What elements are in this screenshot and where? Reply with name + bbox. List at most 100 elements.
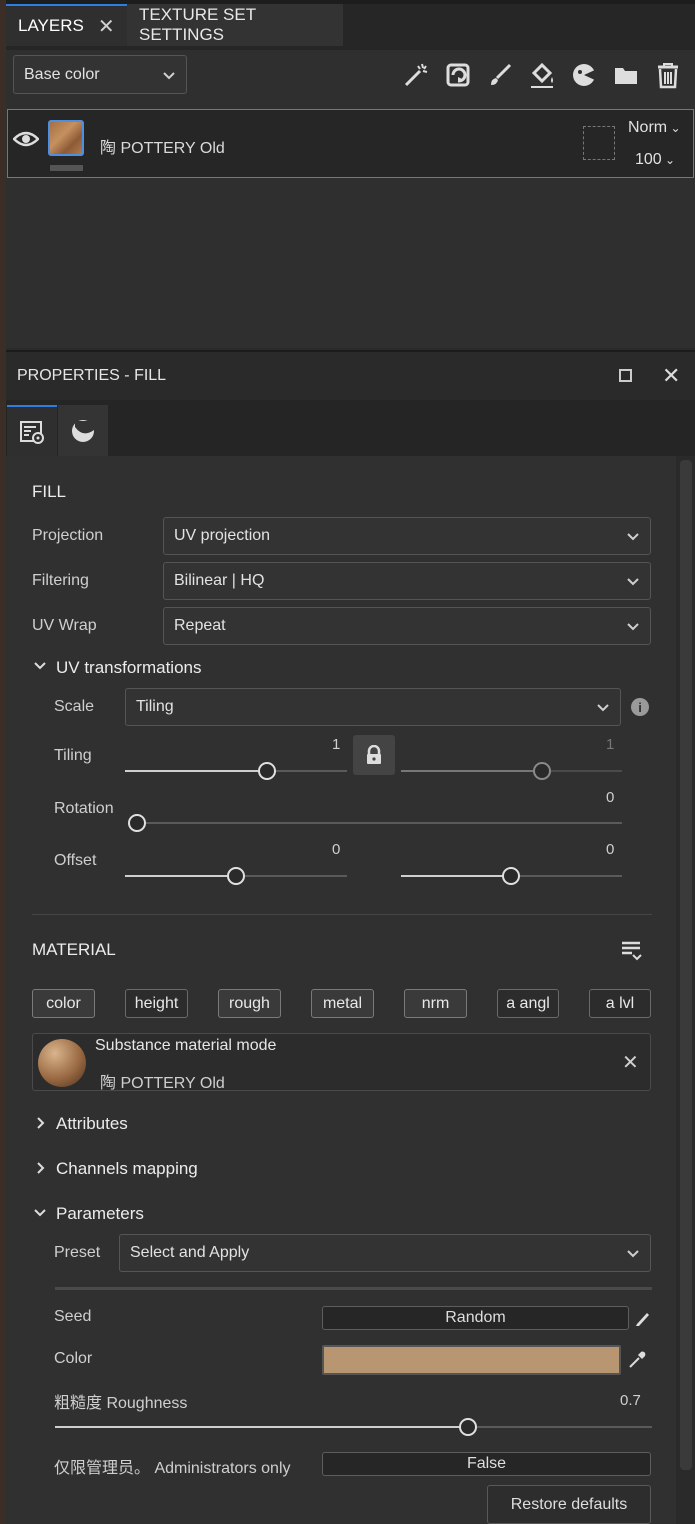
admin-only-label: 仅限管理员。 Administrators only — [54, 1460, 291, 1477]
material-name: 陶 POTTERY Old — [100, 1075, 225, 1092]
layer-mask-placeholder[interactable] — [583, 126, 615, 160]
rotation-track[interactable] — [128, 822, 622, 824]
eyedropper-icon[interactable] — [627, 1350, 647, 1375]
close-icon[interactable]: ✕ — [622, 1050, 639, 1075]
material-menu-icon[interactable] — [620, 940, 642, 967]
chevron-down-icon — [627, 623, 639, 631]
parameters-title[interactable]: Parameters — [56, 1204, 144, 1224]
opacity-dropdown[interactable]: 100 ⌄ — [635, 151, 675, 169]
chevron-down-icon[interactable] — [33, 1206, 47, 1225]
opacity-value: 100 — [635, 151, 662, 168]
tiling-v-handle[interactable] — [533, 762, 551, 780]
material-mode-title: Substance material mode — [95, 1037, 277, 1054]
projection-dropdown[interactable]: UV projection — [163, 517, 651, 555]
offset-u-handle[interactable] — [227, 867, 245, 885]
close-icon[interactable]: ✕ — [98, 14, 115, 39]
smart-material-icon[interactable] — [569, 60, 599, 90]
uv-wrap-dropdown[interactable]: Repeat — [163, 607, 651, 645]
layer-thumbnail[interactable] — [48, 120, 84, 156]
lock-button[interactable] — [353, 735, 395, 775]
refresh-layer-icon[interactable] — [443, 60, 473, 90]
preset-dropdown[interactable]: Select and Apply — [119, 1234, 651, 1272]
channel-dropdown-value: Base color — [24, 65, 100, 83]
attributes-title[interactable]: Attributes — [56, 1114, 128, 1134]
tab-layers-label: LAYERS — [18, 16, 84, 35]
tiling-u-value: 1 — [332, 736, 341, 753]
lock-icon — [367, 745, 381, 764]
rotation-handle[interactable] — [128, 814, 146, 832]
scrollbar-thumb[interactable] — [680, 460, 692, 1470]
material-ball-icon — [72, 419, 94, 442]
restore-defaults-button[interactable]: Restore defaults — [487, 1485, 651, 1524]
material-section-title: MATERIAL — [32, 940, 116, 959]
chip-label: color — [46, 994, 81, 1012]
chevron-down-icon — [627, 578, 639, 586]
chip-label: rough — [229, 994, 270, 1012]
channel-chip-rough[interactable]: rough — [218, 989, 281, 1018]
channels-mapping-title[interactable]: Channels mapping — [56, 1159, 198, 1179]
channel-dropdown[interactable]: Base color — [13, 55, 187, 94]
offset-label: Offset — [54, 852, 97, 869]
trash-icon[interactable] — [653, 60, 683, 90]
roughness-handle[interactable] — [459, 1418, 477, 1436]
tab-layers[interactable]: LAYERS ✕ — [6, 4, 127, 46]
chip-label: a lvl — [605, 994, 635, 1012]
chevron-down-icon — [627, 533, 639, 541]
layers-panel — [6, 50, 695, 348]
channel-chip-a-angl[interactable]: a angl — [497, 989, 559, 1018]
eye-icon[interactable] — [12, 129, 40, 154]
tiling-v-fill — [401, 770, 542, 772]
chip-label: nrm — [421, 994, 450, 1012]
info-icon[interactable]: i — [631, 698, 649, 716]
fill-bucket-icon[interactable] — [527, 60, 557, 90]
color-label: Color — [54, 1350, 93, 1367]
tiling-u-fill — [125, 770, 267, 772]
channel-chip-nrm[interactable]: nrm — [404, 989, 467, 1018]
folder-icon[interactable] — [611, 60, 641, 90]
uv-wrap-value: Repeat — [174, 617, 226, 634]
filtering-dropdown[interactable]: Bilinear | HQ — [163, 562, 651, 600]
chevron-down-icon: ⌄ — [661, 153, 676, 167]
rotation-value: 0 — [606, 789, 615, 806]
uv-transformations-toggle[interactable] — [33, 659, 47, 678]
channel-chip-metal[interactable]: metal — [311, 989, 374, 1018]
properties-tab-bar — [6, 400, 695, 456]
offset-v-value: 0 — [606, 841, 615, 858]
preset-label: Preset — [54, 1244, 101, 1261]
chevron-down-icon: ⌄ — [667, 121, 681, 135]
uv-transformations-title[interactable]: UV transformations — [56, 658, 202, 678]
blend-mode-dropdown[interactable]: Norm ⌄ — [628, 119, 681, 137]
properties-title: PROPERTIES - FILL — [17, 367, 167, 384]
tiling-u-handle[interactable] — [258, 762, 276, 780]
chevron-down-icon — [627, 1250, 639, 1258]
brush-icon[interactable] — [485, 60, 515, 90]
tab-texture-set-settings[interactable]: TEXTURE SET SETTINGS — [127, 4, 343, 46]
chevron-right-icon[interactable] — [34, 1161, 48, 1180]
section-divider — [32, 914, 652, 915]
offset-v-handle[interactable] — [502, 867, 520, 885]
chevron-right-icon[interactable] — [34, 1116, 48, 1135]
scale-value: Tiling — [136, 698, 174, 715]
channel-chip-a-lvl[interactable]: a lvl — [589, 989, 651, 1018]
tab-material-properties[interactable] — [58, 405, 108, 456]
chevron-down-icon — [597, 704, 609, 712]
rotation-label: Rotation — [54, 800, 114, 817]
chip-label: metal — [322, 994, 363, 1012]
tiling-label: Tiling — [54, 747, 92, 764]
layer-name[interactable]: 陶 POTTERY Old — [100, 134, 225, 158]
filtering-value: Bilinear | HQ — [174, 572, 265, 589]
tab-fill-properties[interactable] — [7, 405, 57, 456]
undock-icon[interactable] — [619, 369, 632, 382]
chip-label: height — [134, 994, 179, 1012]
channel-chip-color[interactable]: color — [32, 989, 95, 1018]
magic-wand-icon[interactable] — [401, 60, 431, 90]
channel-chip-height[interactable]: height — [125, 989, 188, 1018]
admin-only-toggle[interactable]: False — [322, 1452, 651, 1476]
restore-defaults-label: Restore defaults — [510, 1495, 628, 1513]
pencil-icon[interactable] — [634, 1309, 650, 1332]
color-swatch[interactable] — [322, 1345, 621, 1375]
seed-random-button[interactable]: Random — [322, 1306, 629, 1330]
close-icon[interactable]: ✕ — [662, 363, 680, 389]
scale-dropdown[interactable]: Tiling — [125, 688, 621, 726]
seed-value: Random — [445, 1309, 506, 1326]
